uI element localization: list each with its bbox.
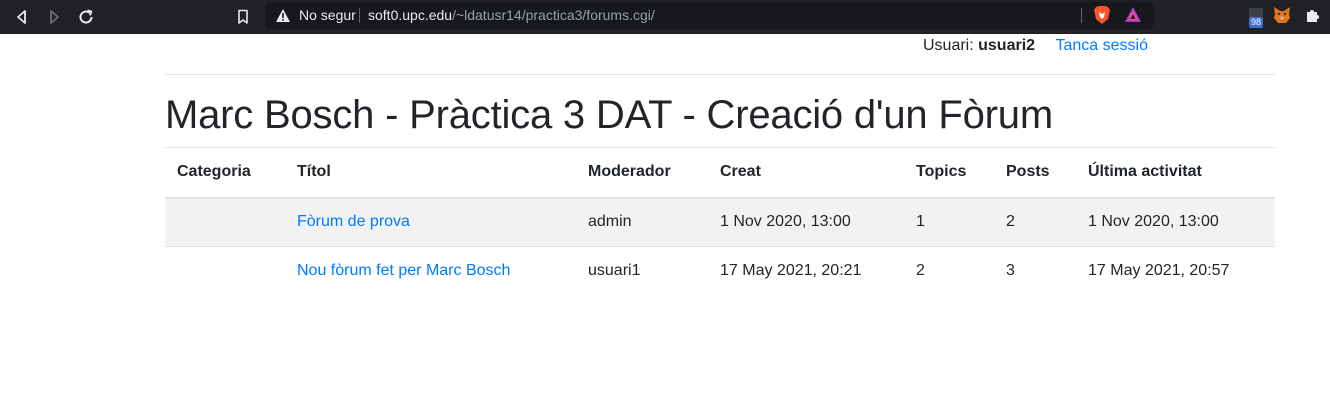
cell-category (165, 247, 285, 296)
logout-link[interactable]: Tanca sessió (1056, 37, 1149, 54)
forum-link[interactable]: Nou fòrum fet per Marc Bosch (297, 262, 510, 279)
puzzle-icon[interactable] (1305, 7, 1321, 28)
browser-toolbar: No segur soft0.upc.edu/~ldatusr14/practi… (0, 0, 1330, 34)
user-label: Usuari: (922, 37, 974, 54)
divider (359, 8, 360, 23)
extension-badge: 98 (1249, 17, 1264, 28)
cell-title: Nou fòrum fet per Marc Bosch (285, 247, 576, 296)
cell-posts: 3 (1006, 262, 1015, 280)
forum-link[interactable]: Fòrum de prova (297, 213, 410, 230)
table-row: Nou fòrum fet per Marc Bosch usuari1 17 … (165, 247, 1275, 296)
cell-posts: 2 (994, 197, 1076, 247)
cell-category (165, 197, 285, 247)
bookmark-icon[interactable] (231, 5, 255, 29)
cell-last-activity: 17 May 2021, 20:57 (1088, 262, 1230, 280)
user-bar: Usuari: usuari2 Tanca sessió (923, 37, 1148, 55)
reload-icon[interactable] (74, 5, 98, 29)
table-row: Fòrum de prova admin 1 Nov 2020, 13:00 1… (165, 197, 1275, 247)
column-header-posts: Posts (994, 147, 1076, 199)
cell-title: Fòrum de prova (285, 197, 576, 247)
brave-rewards-icon[interactable] (1124, 6, 1142, 29)
column-header-moderator: Moderador (576, 147, 708, 199)
cell-topics: 1 (904, 197, 994, 247)
username: usuari2 (978, 37, 1036, 54)
divider (165, 74, 1275, 75)
metamask-icon[interactable] (1272, 5, 1292, 30)
warning-icon[interactable] (275, 8, 291, 28)
cell-moderator: admin (576, 197, 708, 247)
forums-table: Categoria Títol Moderador Creat Topics P… (165, 147, 1275, 296)
address-bar[interactable]: No segur soft0.upc.edu/~ldatusr14/practi… (265, 2, 1154, 29)
cell-created: 1 Nov 2020, 13:00 (708, 197, 904, 247)
page-title: Marc Bosch - Pràctica 3 DAT - Creació d'… (165, 93, 1053, 137)
url-text[interactable]: soft0.upc.edu/~ldatusr14/practica3/forum… (368, 7, 655, 23)
url-path: /~ldatusr14/practica3/forums.cgi/ (452, 7, 655, 23)
column-header-created: Creat (708, 147, 904, 199)
forward-icon[interactable] (42, 5, 66, 29)
cell-moderator: usuari1 (588, 262, 641, 280)
column-header-title: Títol (285, 147, 576, 199)
column-header-topics: Topics (904, 147, 994, 199)
cell-topics: 2 (916, 262, 925, 280)
column-header-category: Categoria (165, 147, 285, 199)
url-host: soft0.upc.edu (368, 7, 453, 23)
back-icon[interactable] (10, 5, 34, 29)
divider (1081, 8, 1082, 23)
cell-created: 17 May 2021, 20:21 (720, 262, 862, 280)
brave-shield-icon[interactable] (1093, 5, 1111, 30)
security-label[interactable]: No segur (299, 7, 356, 23)
cell-last-activity: 1 Nov 2020, 13:00 (1076, 197, 1275, 247)
table-header-row: Categoria Títol Moderador Creat Topics P… (165, 147, 1275, 199)
column-header-last-activity: Última activitat (1076, 147, 1275, 199)
